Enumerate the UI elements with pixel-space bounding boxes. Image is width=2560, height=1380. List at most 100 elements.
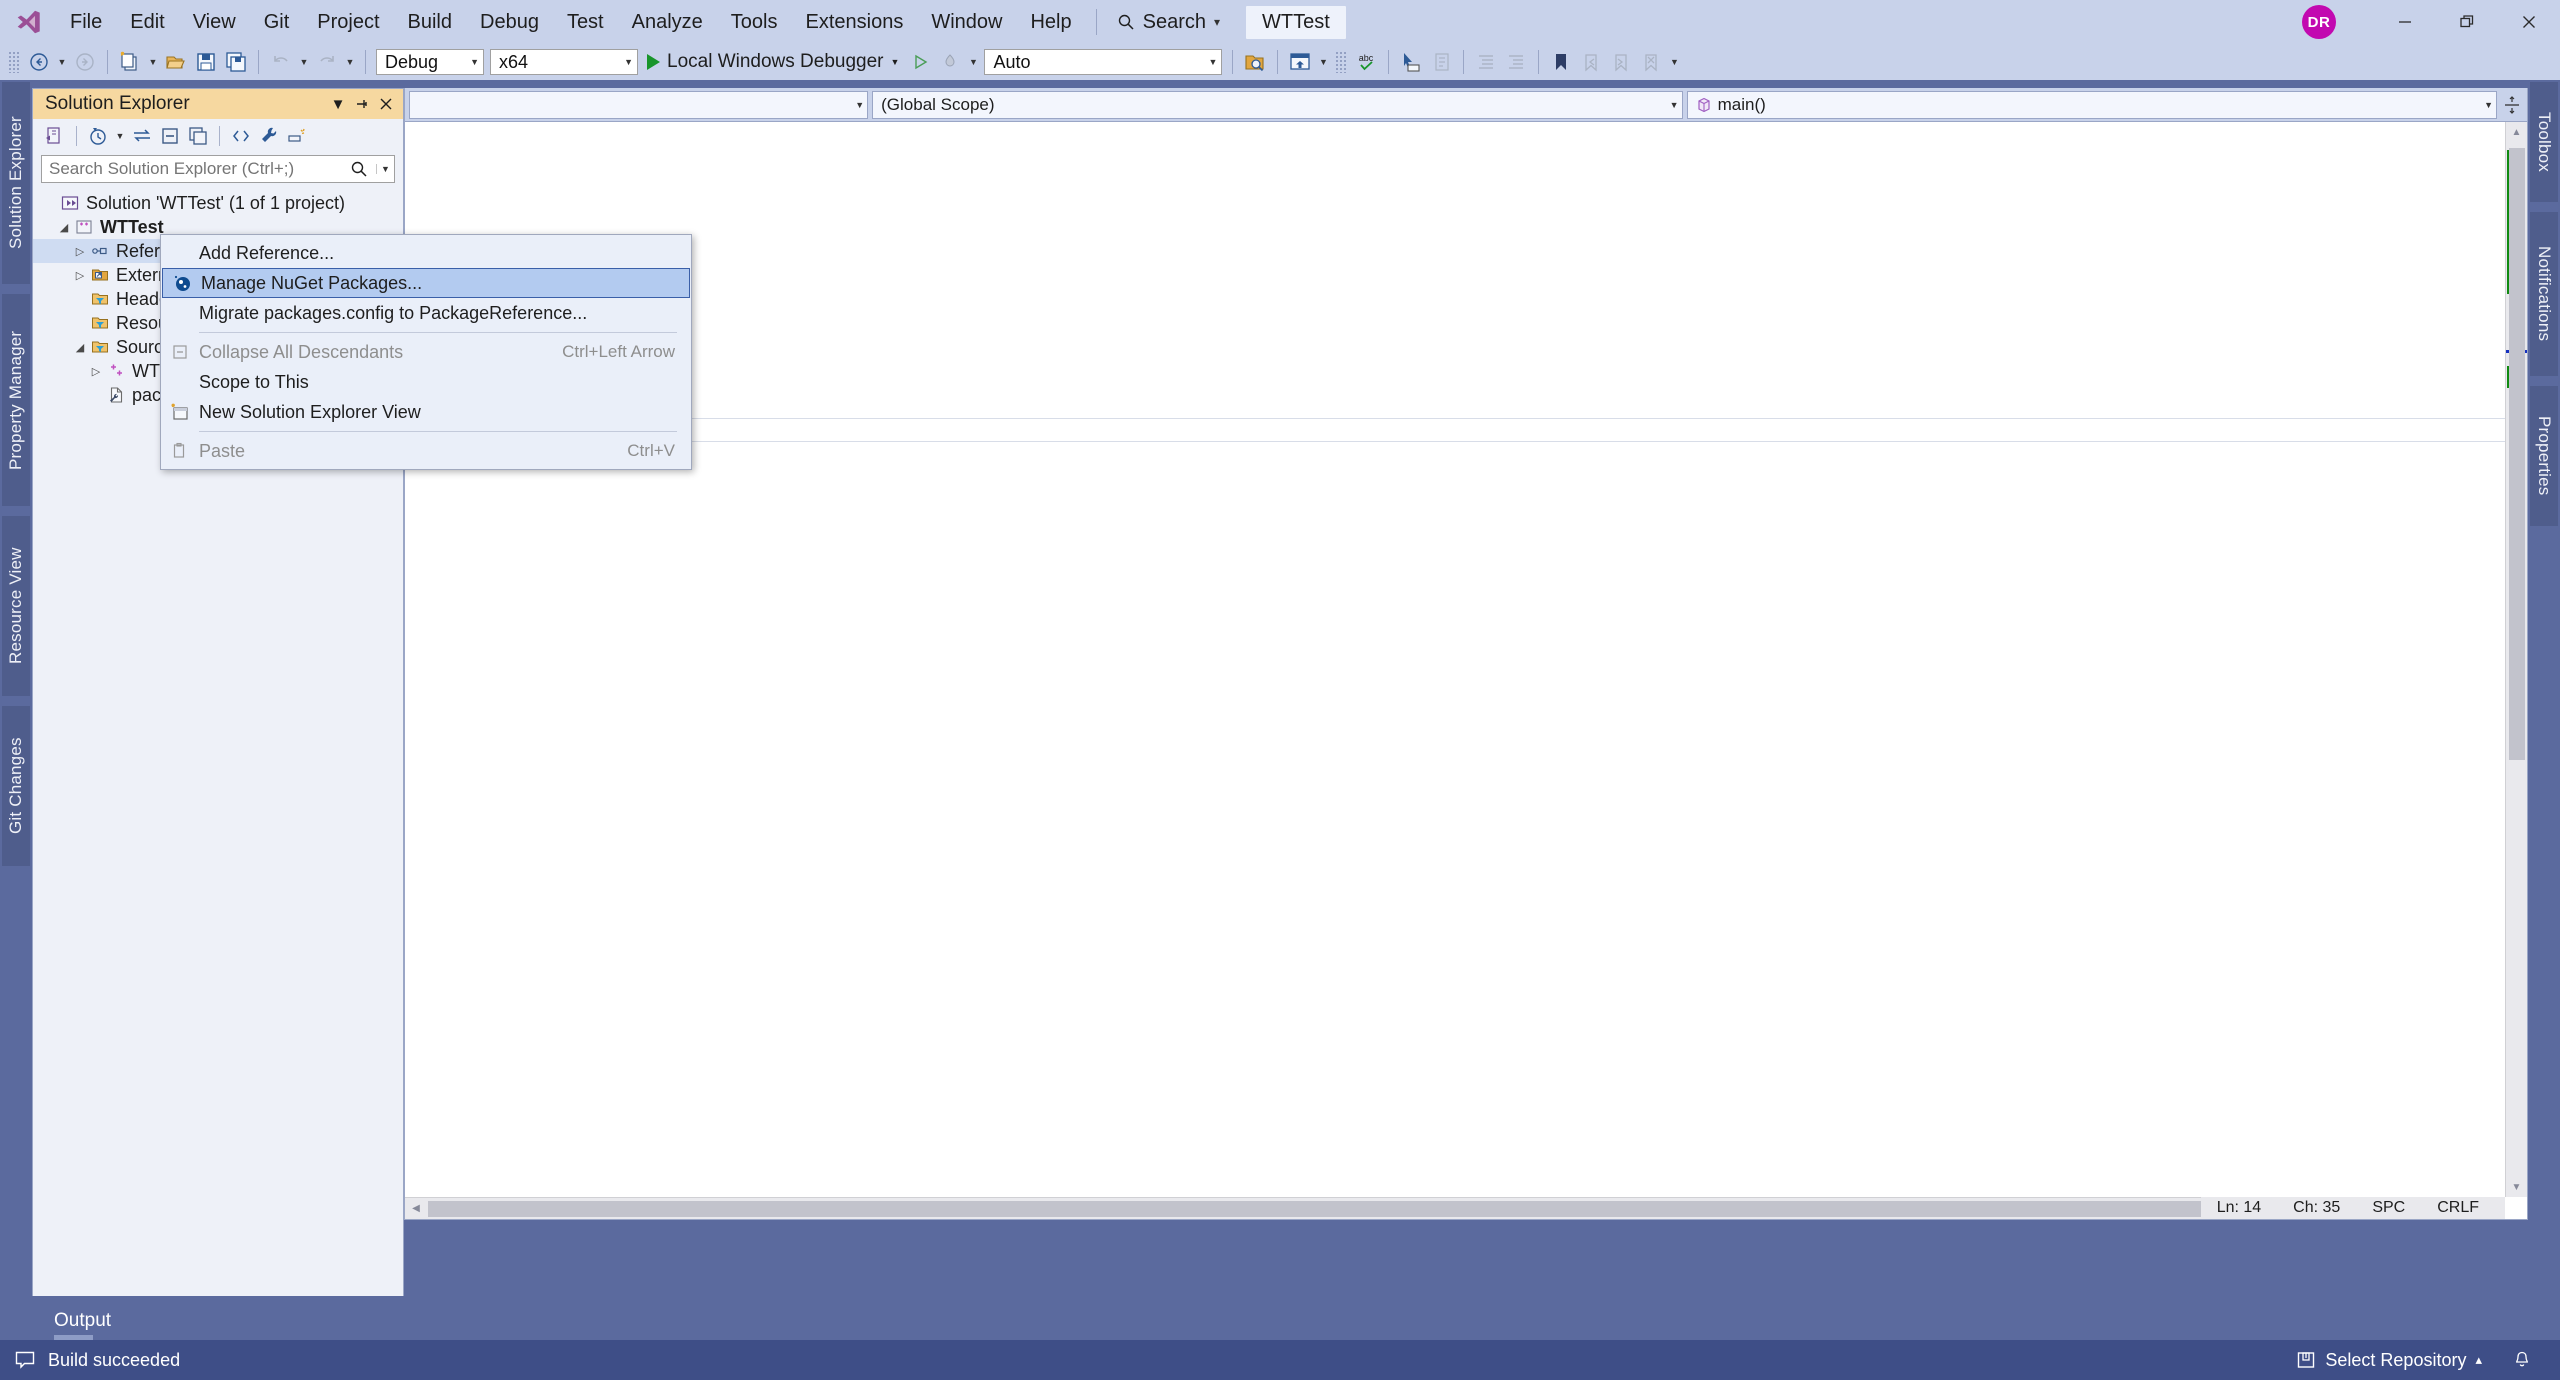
sidebar-item-notifications[interactable]: Notifications [2530,212,2558,376]
collapse-all-icon[interactable] [156,122,184,150]
next-bookmark-icon[interactable] [1606,47,1636,77]
chevron-down-icon[interactable]: ▼ [614,57,633,67]
scroll-down-icon[interactable]: ▼ [2506,1177,2527,1197]
chevron-down-icon[interactable]: ▼ [460,57,479,67]
search-solution-explorer-box[interactable]: ▼ [41,155,395,183]
vertical-scrollbar[interactable]: ▲ ▼ [2505,122,2527,1197]
properties-wrench-icon[interactable] [255,122,283,150]
chevron-down-icon[interactable]: ▼ [1662,100,1679,110]
context-menu-item-add-reference[interactable]: Add Reference... [161,238,691,268]
restore-icon[interactable] [2436,0,2498,44]
solution-icon[interactable] [1285,47,1315,77]
hot-reload-dropdown-icon[interactable]: ▼ [965,47,981,77]
toolbar-overflow-icon[interactable]: ▼ [1666,47,1682,77]
preview-selected-items-icon[interactable] [283,122,311,150]
menu-git[interactable]: Git [250,0,304,44]
chevron-down-icon[interactable]: ▼ [327,91,349,117]
scroll-left-icon[interactable]: ◀ [405,1203,427,1214]
navigate-back-dropdown-icon[interactable]: ▼ [54,47,70,77]
play-outline-icon[interactable] [905,47,935,77]
solution-dropdown-icon[interactable]: ▼ [1315,47,1331,77]
scope-combo[interactable]: (Global Scope) ▼ [872,90,1683,119]
menu-help[interactable]: Help [1016,0,1085,44]
scroll-up-icon[interactable]: ▲ [2506,122,2527,142]
open-file-icon[interactable] [161,47,191,77]
pending-changes-dropdown-icon[interactable]: ▼ [112,121,128,151]
pending-changes-filter-icon[interactable] [84,122,112,150]
menu-edit[interactable]: Edit [116,0,178,44]
horizontal-scroll-thumb[interactable] [428,1200,2482,1217]
document-tab-wttest[interactable]: WTTest [1246,5,1346,39]
redo-icon[interactable] [312,47,342,77]
menu-tools[interactable]: Tools [717,0,792,44]
decrease-indent-icon[interactable] [1501,47,1531,77]
redo-dropdown-icon[interactable]: ▼ [342,47,358,77]
configuration-combo[interactable]: Debug ▼ [376,49,484,75]
notifications-button[interactable] [2502,1340,2542,1380]
menu-debug[interactable]: Debug [466,0,553,44]
twisty-expanded-icon[interactable]: ◢ [55,221,73,234]
toolbar-grip-2[interactable] [1335,51,1348,73]
undo-dropdown-icon[interactable]: ▼ [296,47,312,77]
sidebar-item-git-changes[interactable]: Git Changes [2,706,30,866]
chevron-down-icon[interactable]: ▾ [1214,15,1220,29]
context-menu-item-scope-to-this[interactable]: Scope to This [161,367,691,397]
chevron-down-icon[interactable]: ▼ [847,100,864,110]
bookmark-icon[interactable] [1546,47,1576,77]
code-text-area[interactable]: ▲ ▼ ◀ ▶ Ln: 14 Ch: 35 SPC CRLF [405,122,2527,1219]
close-icon[interactable] [2498,0,2560,44]
twisty-collapsed-icon[interactable]: ▷ [71,269,89,282]
spellcheck-abc-icon[interactable]: abc [1351,47,1381,77]
sidebar-item-solution-explorer[interactable]: Solution Explorer [2,82,30,284]
menu-extensions[interactable]: Extensions [791,0,917,44]
twisty-expanded-icon[interactable]: ◢ [71,341,89,354]
member-combo[interactable]: main() ▼ [1686,90,2498,119]
menu-window[interactable]: Window [917,0,1016,44]
context-menu-item-migrate-packages-config[interactable]: Migrate packages.config to PackageRefere… [161,298,691,328]
sidebar-item-property-manager[interactable]: Property Manager [2,294,30,506]
sync-with-active-document-icon[interactable] [128,122,156,150]
menu-analyze[interactable]: Analyze [618,0,717,44]
menu-file[interactable]: File [56,0,116,44]
toolbar-grip[interactable] [8,51,20,73]
pointer-select-icon[interactable] [1396,47,1426,77]
comment-selection-icon[interactable] [1426,47,1456,77]
project-combo[interactable]: ▼ [409,90,869,119]
find-in-files-icon[interactable] [1240,47,1270,77]
menu-project[interactable]: Project [303,0,393,44]
search-icon[interactable] [350,160,376,178]
sidebar-item-resource-view[interactable]: Resource View [2,516,30,696]
start-debugging-button[interactable]: Local Windows Debugger ▼ [641,47,905,77]
spaces-indicator[interactable]: SPC [2356,1199,2421,1217]
chevron-down-icon[interactable]: ▼ [2476,100,2493,110]
split-window-icon[interactable] [2499,88,2525,122]
show-all-files-icon[interactable] [184,122,212,150]
menu-test[interactable]: Test [553,0,618,44]
new-item-icon[interactable] [115,47,145,77]
auto-combo[interactable]: Auto ▼ [984,49,1223,75]
save-icon[interactable] [191,47,221,77]
hot-reload-icon[interactable] [935,47,965,77]
line-ending-indicator[interactable]: CRLF [2421,1199,2495,1217]
chevron-down-icon[interactable]: ▼ [1199,57,1218,67]
minimize-icon[interactable] [2374,0,2436,44]
context-menu-item-manage-nuget-packages[interactable]: Manage NuGet Packages... [162,268,690,298]
chevron-down-icon[interactable]: ▼ [376,164,394,174]
search-input[interactable] [42,158,350,180]
tab-output[interactable]: Output [32,1304,133,1340]
platform-combo[interactable]: x64 ▼ [490,49,638,75]
tree-item-solution[interactable]: Solution 'WTTest' (1 of 1 project) [33,191,403,215]
global-search-box[interactable]: Search ▾ [1107,0,1230,44]
undo-icon[interactable] [266,47,296,77]
avatar[interactable]: DR [2302,5,2336,39]
save-all-icon[interactable] [221,47,251,77]
chevron-down-icon[interactable]: ▼ [891,57,900,67]
horizontal-scrollbar[interactable]: ◀ ▶ [405,1197,2505,1219]
home-solution-icon[interactable] [41,122,69,150]
clear-bookmarks-icon[interactable] [1636,47,1666,77]
vertical-scroll-thumb[interactable] [2509,148,2525,760]
new-item-dropdown-icon[interactable]: ▼ [145,47,161,77]
close-icon[interactable] [375,91,397,117]
sidebar-item-properties[interactable]: Properties [2530,386,2558,526]
pin-icon[interactable] [351,91,373,117]
